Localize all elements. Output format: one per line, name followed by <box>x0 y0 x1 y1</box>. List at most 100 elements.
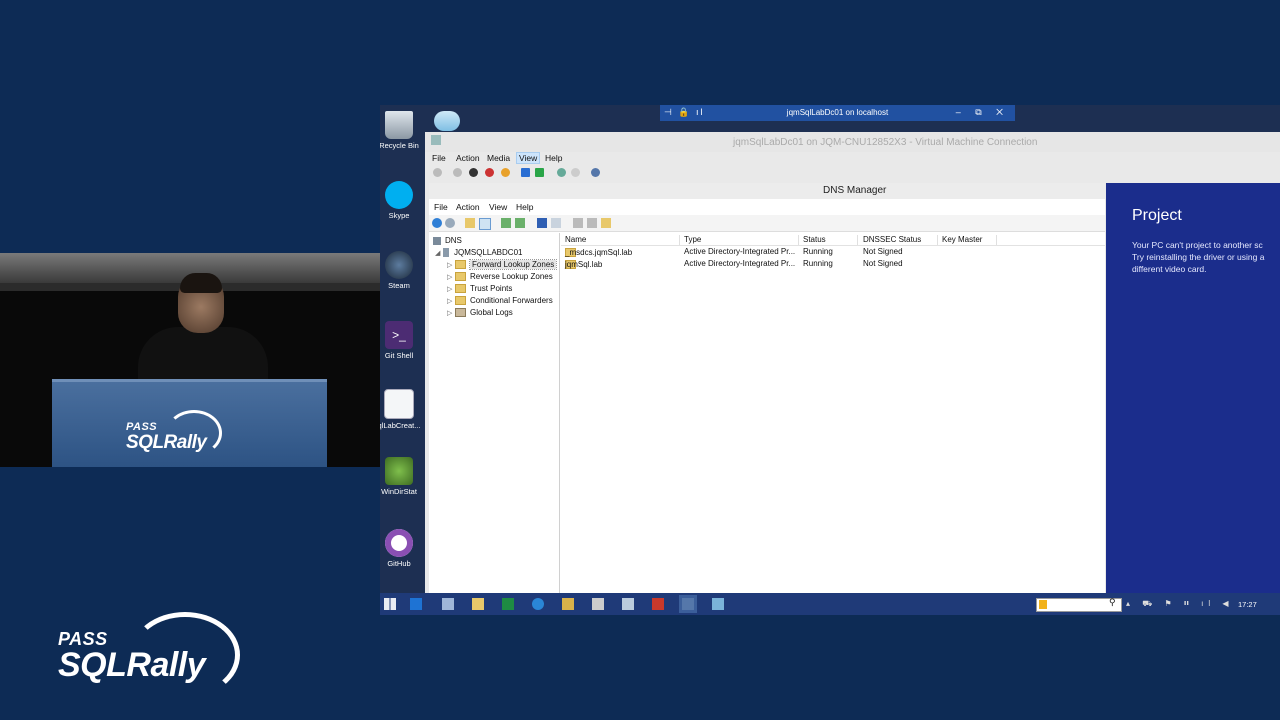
script-file-icon <box>384 389 414 419</box>
vmc-menu-action[interactable]: Action <box>454 153 482 163</box>
vm-connection-taskbar-icon[interactable] <box>712 598 724 610</box>
desktop-icon-github[interactable]: GitHub <box>380 529 421 568</box>
server-icon[interactable] <box>573 218 583 228</box>
task-view-icon[interactable] <box>442 598 454 610</box>
remote-desktop-icon[interactable] <box>622 598 634 610</box>
desktop-icon-script-file[interactable]: qlLabCreat... <box>380 389 421 430</box>
vm-connection-icon <box>431 135 441 145</box>
tree-node-server[interactable]: ◢ JQMSQLLABDC01 <box>435 248 522 259</box>
github-icon <box>385 529 413 557</box>
column-header-name[interactable]: Name <box>565 235 680 245</box>
powerpoint-icon[interactable] <box>652 598 664 610</box>
zone-icon[interactable] <box>601 218 611 228</box>
dns-tree-pane: DNS ◢ JQMSQLLABDC01 ▷ Forward Lookup Zones… <box>429 233 560 597</box>
table-row[interactable]: _msdcs.jqmSql.lab Active Directory-Integ… <box>561 246 1105 258</box>
windirstat-icon <box>385 457 413 485</box>
dns-menu-view[interactable]: View <box>489 202 507 212</box>
vm-connection-menubar: File Action Media View Help <box>425 152 1280 165</box>
log-icon <box>455 308 466 318</box>
dns-manager-title: DNS Manager <box>823 185 887 196</box>
pause-icon[interactable] <box>521 168 530 177</box>
desktop-icon-skype[interactable]: Skype <box>380 181 421 220</box>
tree-node-reverse-lookup-zones[interactable]: ▷ Reverse Lookup Zones <box>447 272 553 283</box>
dns-menu-help[interactable]: Help <box>516 202 533 212</box>
save-state-icon[interactable] <box>501 168 510 177</box>
outlook-icon[interactable] <box>410 598 422 610</box>
desktop-icon-windirstat[interactable]: WinDirStat <box>380 457 421 496</box>
help-icon[interactable] <box>537 218 547 228</box>
bing-icon <box>1039 600 1047 609</box>
turn-off-icon[interactable] <box>469 168 478 177</box>
zone-list-pane: Name Type Status DNSSEC Status Key Maste… <box>561 233 1105 597</box>
back-icon[interactable] <box>432 218 442 228</box>
export-list-icon[interactable] <box>515 218 525 228</box>
ctrl-alt-del-icon[interactable] <box>433 168 442 177</box>
search-icon[interactable]: ⚲ <box>1109 597 1116 608</box>
dns-menu-action[interactable]: Action <box>456 202 480 212</box>
tree-node-dns[interactable]: DNS <box>433 236 462 247</box>
start-button-icon[interactable] <box>384 598 396 610</box>
column-header-dnssec[interactable]: DNSSEC Status <box>863 235 938 245</box>
onenote-icon[interactable] <box>592 598 604 610</box>
vmc-menu-help[interactable]: Help <box>543 153 564 163</box>
enhanced-session-icon[interactable] <box>591 168 600 177</box>
taskbar: ⚲ ▴ ⛟ ⚑ ⏸ ıl ◀ 17:27 <box>380 593 1280 615</box>
table-row[interactable]: jqmSql.lab Active Directory-Integrated P… <box>561 258 1105 270</box>
dns-toolbar <box>429 215 1105 232</box>
column-header-status[interactable]: Status <box>803 235 858 245</box>
folder-icon <box>455 272 466 282</box>
column-header-key-master[interactable]: Key Master <box>942 235 997 245</box>
vmc-menu-file[interactable]: File <box>430 153 448 163</box>
project-message: Your PC can't project to another sc Try … <box>1132 240 1265 274</box>
expand-arrow-icon[interactable]: ▷ <box>447 309 455 317</box>
vm-connection-toolbar <box>425 166 1280 181</box>
refresh-icon[interactable] <box>501 218 511 228</box>
vm-connection-titlebar[interactable]: jqmSqlLabDc01 on JQM-CNU12852X3 - Virtua… <box>425 132 1280 152</box>
tree-node-conditional-forwarders[interactable]: ▷ Conditional Forwarders <box>447 296 553 307</box>
rdp-window-controls[interactable]: ‒ ⧉ ✕ <box>956 107 1009 118</box>
column-header-type[interactable]: Type <box>684 235 799 245</box>
expand-arrow-icon[interactable]: ▷ <box>447 261 455 269</box>
folder-icon <box>455 284 466 294</box>
system-tray[interactable]: ▴ ⛟ ⚑ ⏸ ıl ◀ <box>1126 599 1234 609</box>
file-explorer-icon[interactable] <box>472 598 484 610</box>
server-node-icon <box>443 248 449 258</box>
desktop-icon-recycle-bin[interactable]: Recycle Bin <box>380 111 421 150</box>
vmc-menu-media[interactable]: Media <box>485 153 512 163</box>
tree-node-forward-lookup-zones[interactable]: ▷ Forward Lookup Zones <box>447 259 558 271</box>
desktop-icon-git-shell[interactable]: >_ Git Shell <box>380 321 421 360</box>
sqlrally-logo: PASS SQLRally <box>58 612 240 698</box>
cloud-icon <box>434 111 460 131</box>
hyper-v-icon[interactable] <box>682 598 694 610</box>
expand-arrow-icon[interactable]: ▷ <box>447 297 455 305</box>
shut-down-icon[interactable] <box>485 168 494 177</box>
expand-arrow-icon[interactable]: ▷ <box>447 285 455 293</box>
rdp-connection-bar[interactable]: ⊣ 🔒 ıl jqmSqlLabDc01 on localhost ‒ ⧉ ✕ <box>660 105 1015 121</box>
vmc-menu-view[interactable]: View <box>516 152 541 164</box>
dns-manager-titlebar[interactable]: DNS Manager <box>429 183 1105 199</box>
start-icon[interactable] <box>453 168 462 177</box>
podium: PASS SQLRally <box>52 379 327 467</box>
excel-icon[interactable] <box>502 598 514 610</box>
podium-logo: PASS SQLRally <box>126 410 222 456</box>
records-icon[interactable] <box>587 218 597 228</box>
expand-arrow-icon[interactable]: ▷ <box>447 273 455 281</box>
tree-node-global-logs[interactable]: ▷ Global Logs <box>447 308 513 319</box>
git-shell-icon: >_ <box>385 321 413 349</box>
revert-icon[interactable] <box>571 168 580 177</box>
show-hide-tree-icon[interactable] <box>479 218 491 230</box>
internet-explorer-icon[interactable] <box>532 598 544 610</box>
folder-icon <box>455 260 466 270</box>
collapse-arrow-icon[interactable]: ◢ <box>435 249 443 257</box>
clock[interactable]: 17:27 <box>1238 600 1257 609</box>
checkpoint-icon[interactable] <box>557 168 566 177</box>
properties-icon[interactable] <box>551 218 561 228</box>
dns-menu-file[interactable]: File <box>434 202 448 212</box>
desktop-icon-steam[interactable]: Steam <box>380 251 421 290</box>
skype-icon <box>385 181 413 209</box>
forward-icon[interactable] <box>445 218 455 228</box>
up-folder-icon[interactable] <box>465 218 475 228</box>
reset-icon[interactable] <box>535 168 544 177</box>
tree-node-trust-points[interactable]: ▷ Trust Points <box>447 284 512 295</box>
sql-tools-icon[interactable] <box>562 598 574 610</box>
